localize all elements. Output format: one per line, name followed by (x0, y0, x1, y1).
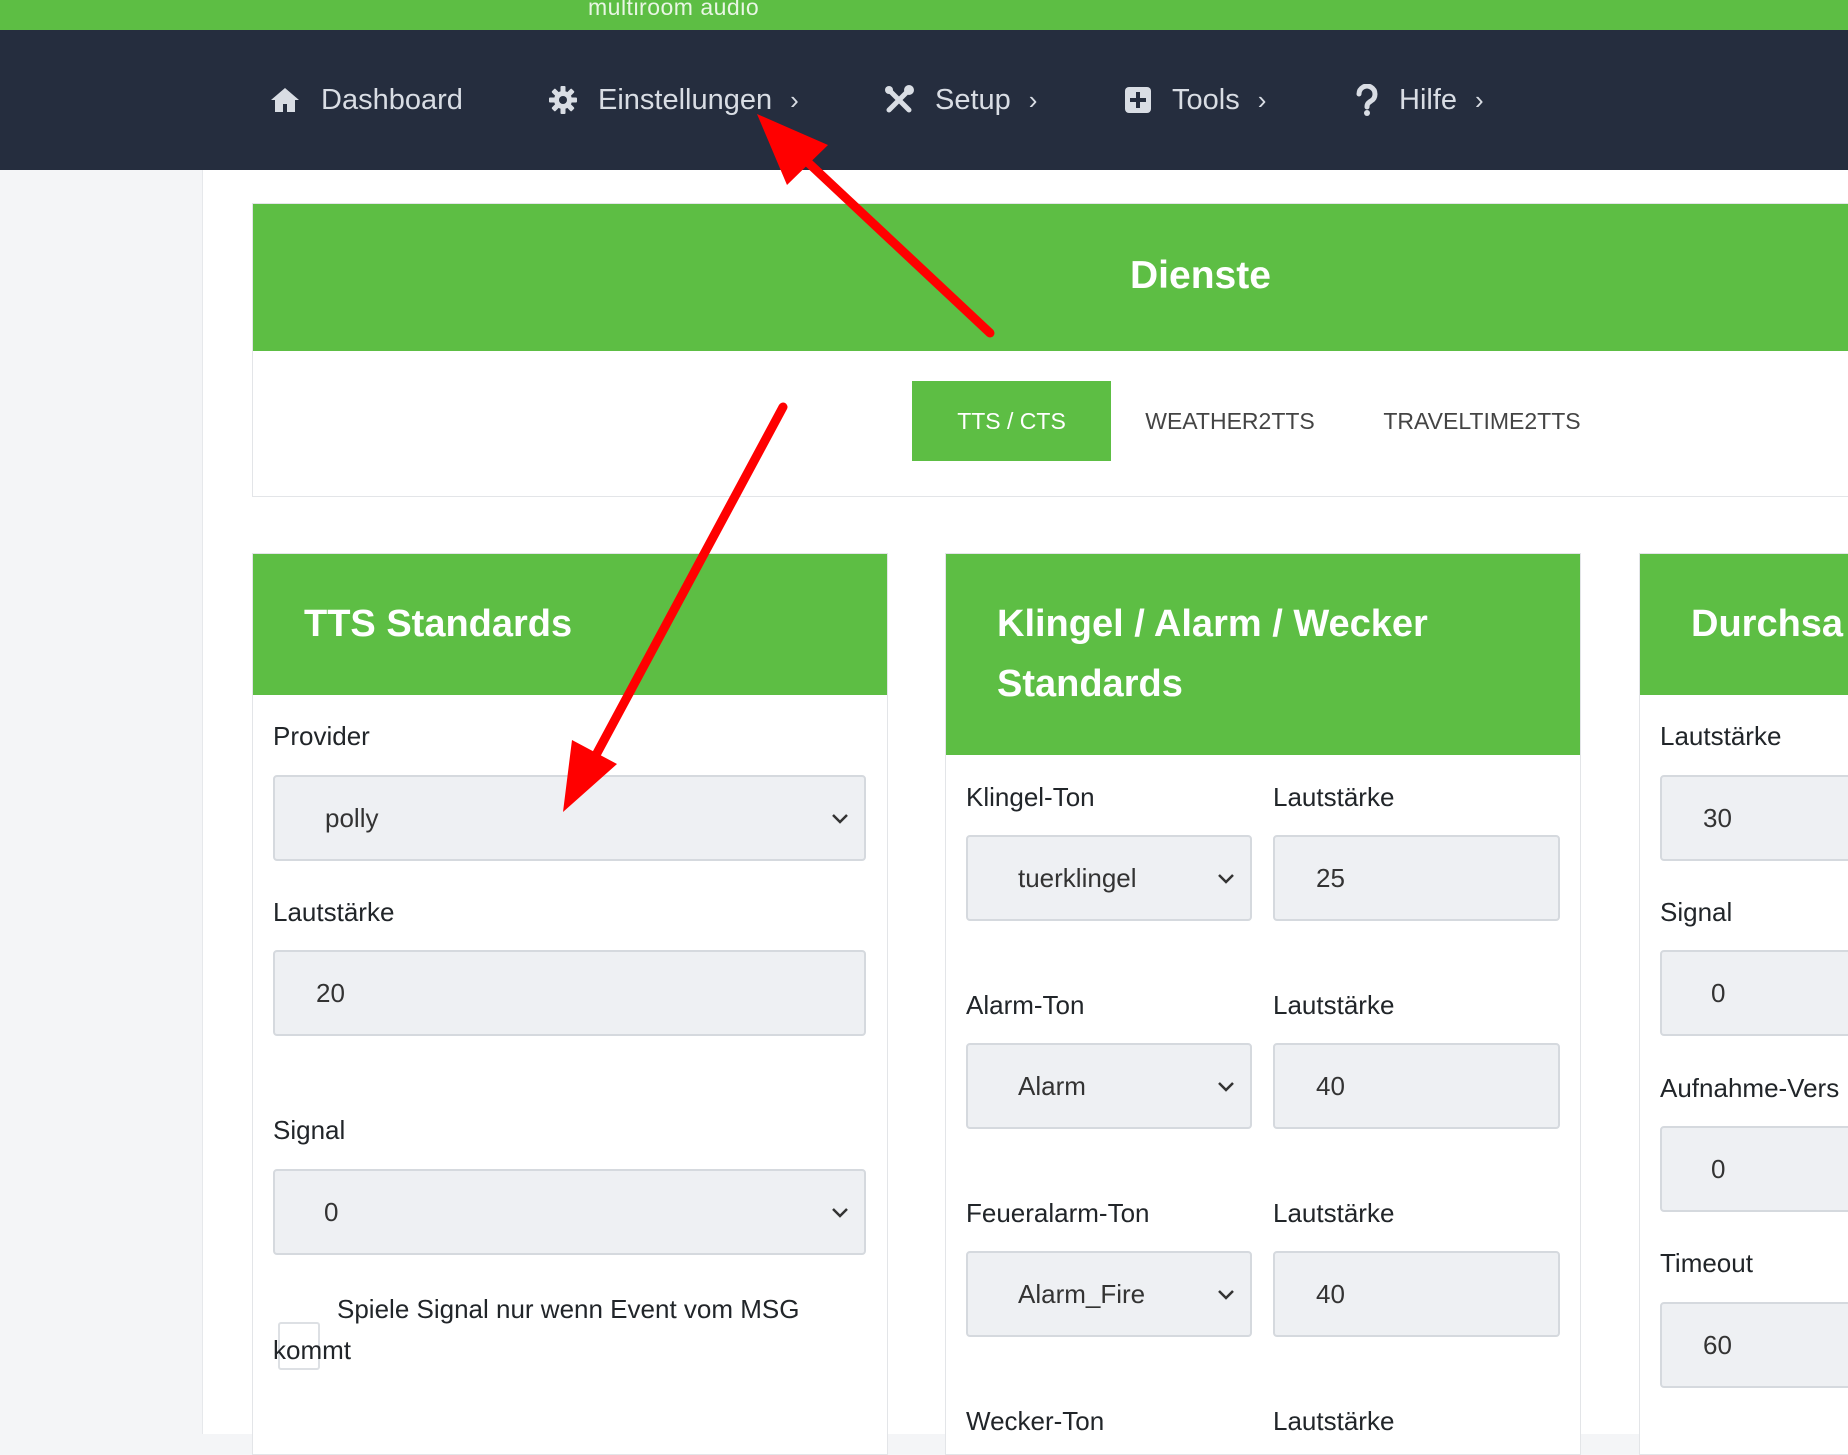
arrow-to-einstellungen (757, 114, 995, 338)
arrow-to-provider (563, 402, 788, 812)
annotation-arrows (563, 114, 995, 812)
